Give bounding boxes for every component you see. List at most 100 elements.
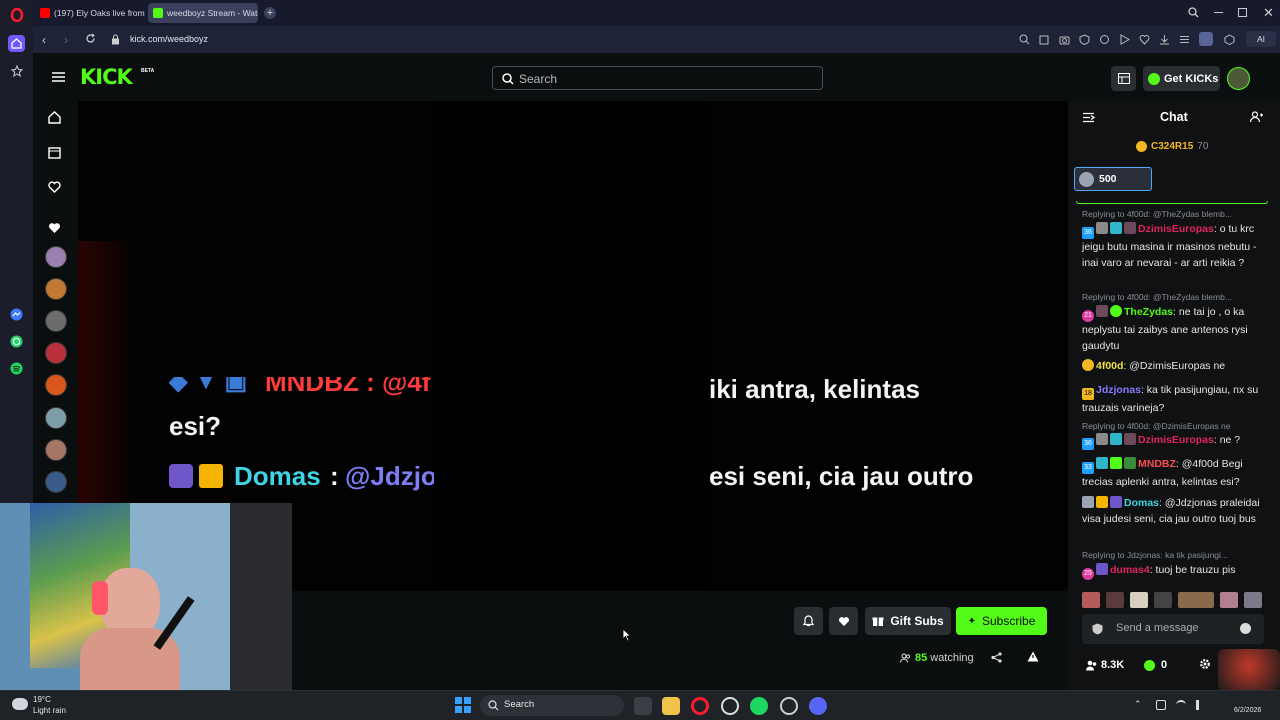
weather-temp[interactable]: 19°C [33,695,51,704]
channel-avatar[interactable] [45,310,67,332]
settings-gear-icon[interactable] [1199,658,1211,670]
close-icon[interactable]: ✕ [1263,5,1274,21]
url-field[interactable]: kick.com/weedboyz [130,34,208,44]
minimize-icon[interactable] [1214,12,1223,13]
tray-chevron-icon[interactable]: ⌃ [1134,699,1142,710]
date[interactable]: 6/2/2026 [1234,707,1261,714]
opera-taskbar-icon[interactable] [691,697,709,715]
home-nav-icon[interactable] [48,111,62,125]
whatsapp-icon[interactable] [8,333,25,350]
discord-icon[interactable] [809,697,827,715]
steam-icon[interactable] [780,697,798,715]
badge-icon [1096,305,1108,317]
extension-icon[interactable] [1099,34,1110,45]
emote-icon[interactable] [1130,592,1148,608]
browse-nav-icon[interactable] [48,146,62,160]
task-view-icon[interactable] [634,697,652,715]
crown-badge-icon [1096,496,1108,508]
tray-app-icon[interactable] [1156,700,1166,710]
badge-icon [1096,457,1108,469]
back-icon[interactable]: ‹ [42,33,46,47]
channel-avatar[interactable] [45,374,67,396]
windows-start-icon[interactable] [455,697,471,713]
tab-search-icon[interactable] [1188,7,1199,18]
chat-input[interactable]: Send a message [1082,614,1264,644]
chat-username[interactable]: 4f00d [1096,360,1123,372]
channel-avatar[interactable] [45,246,67,268]
new-tab-icon[interactable]: + [264,7,276,19]
channel-avatar[interactable] [45,278,67,300]
emote-icon[interactable] [1106,592,1124,608]
spotify-icon[interactable] [8,360,25,377]
report-icon[interactable] [1027,651,1039,662]
emote-icon[interactable] [1178,592,1214,608]
leaderboard-chip[interactable]: 500 [1074,167,1152,191]
star-icon[interactable] [8,62,25,79]
pinned-divider [1076,201,1268,204]
channel-avatar[interactable] [45,439,67,461]
chat-username[interactable]: dumas4 [1110,564,1150,576]
user-avatar[interactable] [1227,67,1250,90]
subscribe-label: Subscribe [982,614,1036,628]
kick-logo[interactable]: KICK [80,65,133,89]
chat-users-icon[interactable] [1250,111,1263,123]
spotify-taskbar-icon[interactable] [750,697,768,715]
obs-icon[interactable] [721,697,739,715]
download-icon[interactable] [1159,34,1170,45]
emote-icon[interactable] [1220,592,1238,608]
star-icon: ✦ [967,615,976,627]
share-icon[interactable] [991,652,1002,663]
channel-avatar[interactable] [45,407,67,429]
avatar [1079,171,1094,187]
reload-icon[interactable] [85,33,96,44]
channel-avatar[interactable] [45,342,67,364]
volume-icon[interactable] [1196,700,1206,710]
gift-subs-button[interactable]: Gift Subs [865,607,951,635]
forward-icon[interactable]: › [64,33,68,47]
ai-button[interactable]: AI [1246,31,1276,47]
channel-avatar[interactable] [45,471,67,493]
emote-icon[interactable] [1154,592,1172,608]
cube-icon[interactable] [1224,34,1235,45]
zoom-icon[interactable] [1019,34,1030,45]
shield-icon[interactable] [1079,34,1090,45]
profile-icon[interactable] [1199,32,1213,46]
chat-username[interactable]: Jdzjonas [1096,384,1141,396]
chat-username[interactable]: Domas [1124,497,1159,509]
shield-icon [1092,623,1103,635]
home-icon[interactable] [8,35,25,52]
emote-icon[interactable] [1244,592,1262,608]
weather-desc[interactable]: Light rain [33,706,66,715]
chat-username[interactable]: MNDBZ [1138,458,1176,470]
tab-youtube[interactable]: (197) Ely Oaks live from Ba [35,3,145,23]
tab-kick[interactable]: weedboyz Stream - Watch [148,3,258,23]
network-icon[interactable] [1176,700,1186,710]
hamburger-menu-icon[interactable] [52,72,65,82]
menu-icon[interactable] [1179,34,1190,45]
get-kicks-label: Get KICKs [1164,72,1219,85]
edit-icon[interactable] [1039,34,1050,45]
notification-bell-button[interactable] [794,607,823,635]
get-kicks-button[interactable]: Get KICKs [1143,66,1220,91]
following-nav-icon[interactable] [48,181,62,195]
taskbar-search[interactable]: Search [480,695,624,716]
maximize-icon[interactable] [1238,8,1247,17]
messenger-icon[interactable] [8,306,25,323]
reply-context: Replying to 4f00d: @TheZydas blemb... [1082,209,1232,219]
browse-icon[interactable] [1111,66,1136,91]
chat-username[interactable]: DzimisEuropas [1138,223,1214,235]
emoji-icon[interactable] [1240,623,1251,634]
chat-username[interactable]: DzimisEuropas [1138,434,1214,446]
play-icon[interactable] [1119,34,1130,45]
camera-icon[interactable] [1059,34,1070,45]
emote-icon[interactable] [1082,592,1100,608]
heart-icon[interactable] [1139,34,1150,45]
collapse-chat-icon[interactable] [1082,112,1095,123]
search-icon [502,73,514,85]
subscribe-button[interactable]: ✦ Subscribe [956,607,1047,635]
search-input[interactable]: Search [492,66,823,90]
follow-button[interactable] [829,607,858,635]
file-explorer-icon[interactable] [662,697,680,715]
opera-logo-icon[interactable] [8,6,25,23]
chat-username[interactable]: TheZydas [1124,306,1173,318]
